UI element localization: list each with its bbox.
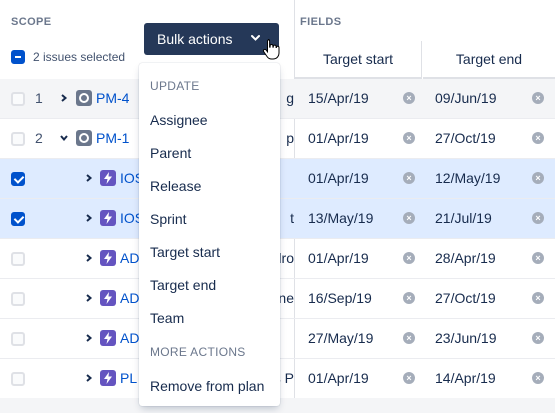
fields-label: FIELDS	[300, 16, 342, 28]
lightning-icon	[100, 170, 116, 186]
issue-key-link[interactable]: PL	[120, 370, 137, 386]
clear-icon[interactable]: ×	[532, 332, 544, 344]
issue-key-link[interactable]: AD	[120, 290, 139, 306]
row-checkbox[interactable]	[11, 212, 25, 226]
menu-section-update: UPDATE	[150, 79, 200, 93]
clear-icon[interactable]: ×	[532, 92, 544, 104]
target-end-value[interactable]: 14/Apr/19	[435, 370, 496, 386]
menu-item-team[interactable]: Team	[150, 310, 184, 326]
project-icon	[76, 90, 92, 106]
target-start-value[interactable]: 01/Apr/19	[308, 170, 369, 186]
row-number: 2	[35, 130, 43, 146]
issue-key-link[interactable]: AD	[120, 250, 139, 266]
column-header-target-start[interactable]: Target start	[295, 41, 422, 79]
clear-icon[interactable]: ×	[532, 252, 544, 264]
lightning-icon	[100, 290, 116, 306]
chevron-right-icon[interactable]	[84, 291, 94, 306]
bulk-actions-menu: UPDATE Assignee Parent Release Sprint Ta…	[139, 63, 280, 406]
target-end-value[interactable]: 23/Jun/19	[435, 330, 497, 346]
clear-icon[interactable]: ×	[532, 132, 544, 144]
issue-key-link[interactable]: PM-1	[96, 130, 129, 146]
target-start-value[interactable]: 01/Apr/19	[308, 370, 369, 386]
target-end-value[interactable]: 12/May/19	[435, 170, 500, 186]
target-start-value[interactable]: 13/May/19	[308, 210, 373, 226]
target-end-value[interactable]: 27/Oct/19	[435, 290, 496, 306]
clear-icon[interactable]: ×	[403, 212, 415, 224]
plan-scope-view: SCOPE FIELDS 2 issues selected Target st…	[0, 0, 555, 413]
target-start-value[interactable]: 01/Apr/19	[308, 130, 369, 146]
menu-item-remove-from-plan[interactable]: Remove from plan	[150, 378, 264, 394]
target-start-value[interactable]: 15/Apr/19	[308, 90, 369, 106]
target-start-value[interactable]: 01/Apr/19	[308, 250, 369, 266]
clear-icon[interactable]: ×	[403, 252, 415, 264]
target-start-value[interactable]: 16/Sep/19	[308, 290, 372, 306]
row-checkbox[interactable]	[11, 132, 25, 146]
chevron-down-icon[interactable]	[59, 131, 69, 146]
menu-item-parent[interactable]: Parent	[150, 145, 191, 161]
row-checkbox[interactable]	[11, 92, 25, 106]
chevron-right-icon[interactable]	[59, 91, 69, 106]
target-end-value[interactable]: 21/Jul/19	[435, 210, 492, 226]
chevron-right-icon[interactable]	[84, 171, 94, 186]
issue-key-link[interactable]: PM-4	[96, 90, 129, 106]
clear-icon[interactable]: ×	[532, 212, 544, 224]
row-checkbox[interactable]	[11, 372, 25, 386]
project-icon	[76, 130, 92, 146]
scope-label: SCOPE	[11, 16, 52, 28]
lightning-icon	[100, 210, 116, 226]
lightning-icon	[100, 370, 116, 386]
row-checkbox[interactable]	[11, 172, 25, 186]
row-number: 1	[35, 90, 43, 106]
clear-icon[interactable]: ×	[403, 92, 415, 104]
clear-icon[interactable]: ×	[403, 332, 415, 344]
clear-icon[interactable]: ×	[403, 172, 415, 184]
lightning-icon	[100, 250, 116, 266]
lightning-icon	[100, 330, 116, 346]
target-end-value[interactable]: 09/Jun/19	[435, 90, 497, 106]
menu-item-assignee[interactable]: Assignee	[150, 112, 208, 128]
row-checkbox[interactable]	[11, 332, 25, 346]
bulk-actions-button[interactable]: Bulk actions	[144, 23, 279, 55]
menu-section-more-actions: MORE ACTIONS	[150, 345, 246, 359]
clear-icon[interactable]: ×	[532, 172, 544, 184]
clear-icon[interactable]: ×	[403, 292, 415, 304]
chevron-right-icon[interactable]	[84, 331, 94, 346]
chevron-right-icon[interactable]	[84, 211, 94, 226]
column-header-target-end[interactable]: Target end	[423, 41, 555, 79]
selected-count-label: 2 issues selected	[33, 50, 126, 64]
clear-icon[interactable]: ×	[403, 372, 415, 384]
clear-icon[interactable]: ×	[532, 292, 544, 304]
clear-icon[interactable]: ×	[532, 372, 544, 384]
menu-item-sprint[interactable]: Sprint	[150, 211, 187, 227]
row-checkbox[interactable]	[11, 252, 25, 266]
clear-icon[interactable]: ×	[403, 132, 415, 144]
chevron-down-icon	[250, 32, 261, 46]
target-end-value[interactable]: 27/Oct/19	[435, 130, 496, 146]
menu-item-target-end[interactable]: Target end	[150, 277, 216, 293]
issue-key-link[interactable]: AD	[120, 330, 139, 346]
target-start-value[interactable]: 27/May/19	[308, 330, 373, 346]
row-checkbox[interactable]	[11, 292, 25, 306]
selection-summary: 2 issues selected	[11, 50, 125, 64]
chevron-right-icon[interactable]	[84, 251, 94, 266]
chevron-right-icon[interactable]	[84, 371, 94, 386]
hand-cursor-icon	[262, 39, 280, 60]
target-end-value[interactable]: 28/Apr/19	[435, 250, 496, 266]
menu-item-target-start[interactable]: Target start	[150, 244, 220, 260]
select-all-checkbox[interactable]	[11, 50, 25, 64]
bulk-actions-label: Bulk actions	[157, 31, 233, 47]
menu-item-release[interactable]: Release	[150, 178, 201, 194]
